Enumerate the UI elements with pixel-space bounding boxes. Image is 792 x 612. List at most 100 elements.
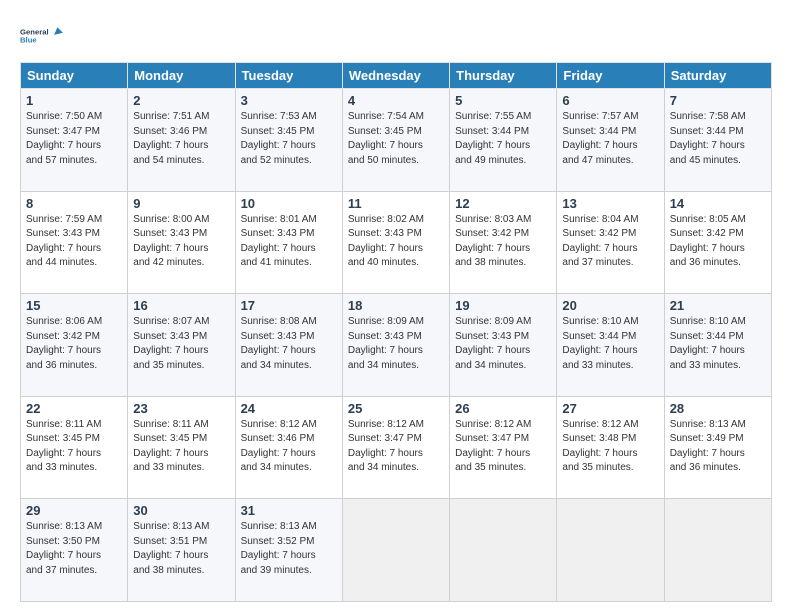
day-info: Sunrise: 8:10 AMSunset: 3:44 PMDaylight:… [670,315,766,373]
sunset-text: Sunset: 3:42 PM [562,227,658,242]
sunset-text: Sunset: 3:43 PM [133,227,229,242]
calendar-cell-day-10: 10Sunrise: 8:01 AMSunset: 3:43 PMDayligh… [235,191,342,294]
day-number: 26 [455,401,551,416]
calendar-cell-day-9: 9 Sunrise: 8:00 AMSunset: 3:43 PMDaylight… [128,191,235,294]
day-number: 24 [241,401,337,416]
calendar-cell-day-11: 11Sunrise: 8:02 AMSunset: 3:43 PMDayligh… [342,191,449,294]
day-number: 4 [348,93,444,108]
calendar-cell-day-5: 5Sunrise: 7:55 AMSunset: 3:44 PMDaylight… [450,89,557,192]
daylight-text: Daylight: 7 hours and 41 minutes. [241,242,337,271]
day-info: Sunrise: 8:08 AMSunset: 3:43 PMDaylight:… [241,315,337,373]
sunrise-text: Sunrise: 8:10 AM [562,315,658,330]
daylight-text: Daylight: 7 hours and 33 minutes. [562,344,658,373]
day-info: Sunrise: 8:03 AMSunset: 3:42 PMDaylight:… [455,213,551,271]
day-number: 9 [133,196,229,211]
day-info: Sunrise: 8:10 AMSunset: 3:44 PMDaylight:… [562,315,658,373]
sunset-text: Sunset: 3:42 PM [455,227,551,242]
sunset-text: Sunset: 3:42 PM [26,330,122,345]
sunrise-text: Sunrise: 8:01 AM [241,213,337,228]
day-number: 31 [241,503,337,518]
sunrise-text: Sunrise: 8:13 AM [241,520,337,535]
day-number: 28 [670,401,766,416]
daylight-text: Daylight: 7 hours and 33 minutes. [133,447,229,476]
sunset-text: Sunset: 3:43 PM [455,330,551,345]
day-info: Sunrise: 7:58 AMSunset: 3:44 PMDaylight:… [670,110,766,168]
calendar-row-1: 8Sunrise: 7:59 AMSunset: 3:43 PMDaylight… [21,191,772,294]
sunset-text: Sunset: 3:43 PM [133,330,229,345]
calendar-cell-day-2: 2Sunrise: 7:51 AMSunset: 3:46 PMDaylight… [128,89,235,192]
logo-svg: General Blue [20,18,64,54]
daylight-text: Daylight: 7 hours and 33 minutes. [26,447,122,476]
calendar-cell-day-19: 19Sunrise: 8:09 AMSunset: 3:43 PMDayligh… [450,294,557,397]
daylight-text: Daylight: 7 hours and 34 minutes. [241,447,337,476]
sunrise-text: Sunrise: 7:50 AM [26,110,122,125]
header-day-monday: Monday [128,63,235,89]
sunset-text: Sunset: 3:46 PM [133,125,229,140]
calendar-cell-day-23: 23 Sunrise: 8:11 AMSunset: 3:45 PMDayligh… [128,396,235,499]
calendar-cell-day-31: 31Sunrise: 8:13 AMSunset: 3:52 PMDayligh… [235,499,342,602]
day-info: Sunrise: 8:00 AMSunset: 3:43 PMDaylight:… [133,213,229,271]
header-day-saturday: Saturday [664,63,771,89]
day-info: Sunrise: 8:02 AMSunset: 3:43 PMDaylight:… [348,213,444,271]
day-info: Sunrise: 8:13 AMSunset: 3:49 PMDaylight:… [670,418,766,476]
header-day-friday: Friday [557,63,664,89]
daylight-text: Daylight: 7 hours and 39 minutes. [241,549,337,578]
sunrise-text: Sunrise: 8:11 AM [26,418,122,433]
sunrise-text: Sunrise: 8:13 AM [670,418,766,433]
sunrise-text: Sunrise: 8:12 AM [348,418,444,433]
calendar-row-4: 29Sunrise: 8:13 AMSunset: 3:50 PMDayligh… [21,499,772,602]
calendar-header: SundayMondayTuesdayWednesdayThursdayFrid… [21,63,772,89]
sunset-text: Sunset: 3:43 PM [241,330,337,345]
daylight-text: Daylight: 7 hours and 45 minutes. [670,139,766,168]
day-info: Sunrise: 7:55 AMSunset: 3:44 PMDaylight:… [455,110,551,168]
page: General Blue SundayMondayTuesdayWednesda… [0,0,792,612]
daylight-text: Daylight: 7 hours and 35 minutes. [562,447,658,476]
sunset-text: Sunset: 3:44 PM [562,330,658,345]
sunrise-text: Sunrise: 8:09 AM [348,315,444,330]
day-info: Sunrise: 8:11 AMSunset: 3:45 PMDaylight:… [133,418,229,476]
calendar-row-2: 15Sunrise: 8:06 AMSunset: 3:42 PMDayligh… [21,294,772,397]
calendar-table: SundayMondayTuesdayWednesdayThursdayFrid… [20,62,772,602]
daylight-text: Daylight: 7 hours and 40 minutes. [348,242,444,271]
day-number: 15 [26,298,122,313]
sunset-text: Sunset: 3:45 PM [26,432,122,447]
sunset-text: Sunset: 3:51 PM [133,535,229,550]
day-info: Sunrise: 7:57 AMSunset: 3:44 PMDaylight:… [562,110,658,168]
sunset-text: Sunset: 3:44 PM [670,125,766,140]
daylight-text: Daylight: 7 hours and 54 minutes. [133,139,229,168]
calendar-row-3: 22Sunrise: 8:11 AMSunset: 3:45 PMDayligh… [21,396,772,499]
daylight-text: Daylight: 7 hours and 34 minutes. [348,447,444,476]
sunrise-text: Sunrise: 7:54 AM [348,110,444,125]
sunrise-text: Sunrise: 8:09 AM [455,315,551,330]
daylight-text: Daylight: 7 hours and 36 minutes. [670,242,766,271]
sunset-text: Sunset: 3:42 PM [670,227,766,242]
day-number: 6 [562,93,658,108]
sunrise-text: Sunrise: 8:13 AM [26,520,122,535]
sunrise-text: Sunrise: 8:08 AM [241,315,337,330]
calendar-cell-day-13: 13Sunrise: 8:04 AMSunset: 3:42 PMDayligh… [557,191,664,294]
sunset-text: Sunset: 3:44 PM [562,125,658,140]
day-info: Sunrise: 7:50 AMSunset: 3:47 PMDaylight:… [26,110,122,168]
day-number: 8 [26,196,122,211]
sunrise-text: Sunrise: 8:03 AM [455,213,551,228]
calendar-cell-day-20: 20Sunrise: 8:10 AMSunset: 3:44 PMDayligh… [557,294,664,397]
logo: General Blue [20,18,64,54]
header-day-sunday: Sunday [21,63,128,89]
daylight-text: Daylight: 7 hours and 36 minutes. [670,447,766,476]
day-info: Sunrise: 8:13 AMSunset: 3:50 PMDaylight:… [26,520,122,578]
sunset-text: Sunset: 3:45 PM [133,432,229,447]
daylight-text: Daylight: 7 hours and 38 minutes. [133,549,229,578]
day-number: 13 [562,196,658,211]
calendar-cell-day-30: 30Sunrise: 8:13 AMSunset: 3:51 PMDayligh… [128,499,235,602]
day-info: Sunrise: 8:05 AMSunset: 3:42 PMDaylight:… [670,213,766,271]
day-number: 27 [562,401,658,416]
day-number: 23 [133,401,229,416]
day-info: Sunrise: 8:13 AMSunset: 3:51 PMDaylight:… [133,520,229,578]
calendar-cell-day-8: 8Sunrise: 7:59 AMSunset: 3:43 PMDaylight… [21,191,128,294]
sunrise-text: Sunrise: 8:05 AM [670,213,766,228]
sunset-text: Sunset: 3:44 PM [455,125,551,140]
day-number: 7 [670,93,766,108]
daylight-text: Daylight: 7 hours and 33 minutes. [670,344,766,373]
day-number: 21 [670,298,766,313]
sunset-text: Sunset: 3:47 PM [26,125,122,140]
